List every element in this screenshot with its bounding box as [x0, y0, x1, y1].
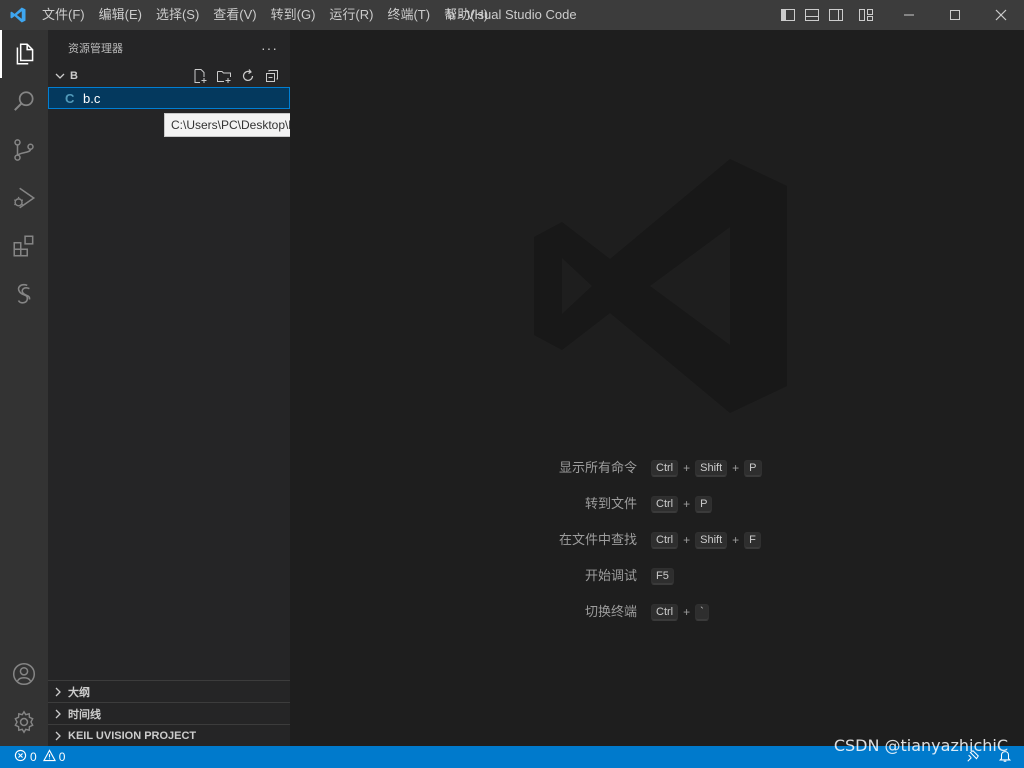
chevron-down-icon: [50, 70, 70, 82]
plus-sign: +: [683, 461, 691, 475]
key-cap: Ctrl: [651, 531, 679, 549]
source-control-icon[interactable]: [0, 126, 48, 174]
plus-sign: +: [683, 497, 691, 511]
key-cap: Ctrl: [651, 459, 679, 477]
folder-actions: [188, 65, 284, 87]
warning-icon: [42, 749, 56, 765]
key-cap: F: [744, 531, 761, 549]
problems-status[interactable]: 0 0: [0, 749, 65, 765]
timeline-label: 时间线: [68, 708, 101, 721]
key-cap: Shift: [695, 531, 728, 549]
key-cap: Ctrl: [651, 603, 679, 621]
shortcut-row: 在文件中查找 Ctrl + Shift + F: [290, 530, 1024, 550]
folder-name: B: [70, 70, 78, 82]
menu-help[interactable]: 帮助(H): [437, 0, 495, 30]
remote-icon[interactable]: [0, 270, 48, 318]
shortcut-label: 在文件中查找: [558, 532, 637, 547]
more-actions-button[interactable]: ···: [261, 40, 278, 56]
key-cap: Ctrl: [651, 495, 679, 513]
file-name: b.c: [83, 90, 101, 106]
menu-selection[interactable]: 选择(S): [149, 0, 206, 30]
file-item[interactable]: C b.c: [48, 87, 290, 109]
menu-bar: 文件(F) 编辑(E) 选择(S) 查看(V) 转到(G) 运行(R) 终端(T…: [35, 0, 495, 30]
search-icon[interactable]: [0, 78, 48, 126]
shortcut-keys: Ctrl + Shift + F: [651, 530, 761, 550]
folder-header[interactable]: B: [48, 65, 290, 87]
error-count: 0: [30, 750, 37, 764]
plus-sign: +: [683, 605, 691, 619]
toggle-secondary-sidebar-icon[interactable]: [824, 0, 848, 30]
explorer-icon[interactable]: [0, 30, 48, 78]
chevron-right-icon: [48, 708, 68, 720]
key-cap: P: [695, 495, 713, 513]
plus-sign: +: [732, 533, 740, 547]
account-icon[interactable]: [0, 650, 48, 698]
close-icon[interactable]: [978, 0, 1024, 30]
c-file-icon: C: [65, 90, 75, 106]
new-file-icon[interactable]: [188, 65, 212, 87]
menu-run[interactable]: 运行(R): [322, 0, 380, 30]
toggle-primary-sidebar-icon[interactable]: [776, 0, 800, 30]
shortcut-keys: Ctrl + Shift + P: [651, 458, 762, 478]
shortcut-row: 开始调试 F5: [290, 566, 1024, 586]
sidebar-title: 资源管理器: [68, 42, 123, 55]
menu-go[interactable]: 转到(G): [264, 0, 323, 30]
chevron-right-icon: [48, 686, 68, 698]
key-cap: `: [695, 603, 709, 621]
key-cap: F5: [651, 567, 674, 585]
extensions-icon[interactable]: [0, 222, 48, 270]
window-controls: [776, 0, 1024, 30]
activity-bar: [0, 30, 48, 746]
customize-layout-icon[interactable]: [854, 0, 878, 30]
key-cap: P: [744, 459, 762, 477]
timeline-section[interactable]: 时间线: [48, 702, 290, 724]
sidebar-header: 资源管理器 ···: [48, 30, 290, 65]
csdn-watermark: CSDN @tianyazhichiC: [833, 736, 1008, 755]
outline-section[interactable]: 大纲: [48, 680, 290, 702]
error-icon: [14, 749, 27, 765]
editor-area: 显示所有命令 Ctrl + Shift + P 转到文件 Ctrl + P 在文件中查找 C…: [290, 30, 1024, 746]
vscode-watermark-icon: [530, 155, 790, 420]
title-bar: 文件(F) 编辑(E) 选择(S) 查看(V) 转到(G) 运行(R) 终端(T…: [0, 0, 1024, 30]
manage-gear-icon[interactable]: [0, 698, 48, 746]
menu-terminal[interactable]: 终端(T): [380, 0, 437, 30]
shortcut-keys: Ctrl + P: [651, 494, 713, 514]
collapse-all-icon[interactable]: [260, 65, 284, 87]
keil-project-section[interactable]: KEIL UVISION PROJECT: [48, 724, 290, 746]
key-cap: Shift: [695, 459, 728, 477]
minimize-icon[interactable]: [886, 0, 932, 30]
toggle-panel-icon[interactable]: [800, 0, 824, 30]
new-folder-icon[interactable]: [212, 65, 236, 87]
shortcut-row: 切换终端 Ctrl + `: [290, 602, 1024, 622]
menu-edit[interactable]: 编辑(E): [92, 0, 149, 30]
warning-count: 0: [58, 750, 66, 764]
plus-sign: +: [683, 533, 691, 547]
refresh-icon[interactable]: [236, 65, 260, 87]
shortcut-label: 切换终端: [584, 604, 637, 619]
plus-sign: +: [732, 461, 740, 475]
keil-project-label: KEIL UVISION PROJECT: [68, 729, 197, 742]
shortcut-keys: Ctrl + `: [651, 602, 709, 622]
menu-view[interactable]: 查看(V): [206, 0, 263, 30]
run-debug-icon[interactable]: [0, 174, 48, 222]
shortcut-keys: F5: [651, 566, 674, 586]
shortcut-row: 显示所有命令 Ctrl + Shift + P: [290, 458, 1024, 478]
shortcut-row: 转到文件 Ctrl + P: [290, 494, 1024, 514]
explorer-sidebar: 资源管理器 ··· B C b.c 大纲 时间线 KEIL UVISION PR…: [48, 30, 290, 746]
maximize-icon[interactable]: [932, 0, 978, 30]
shortcut-label: 显示所有命令: [558, 460, 637, 475]
shortcut-label: 转到文件: [584, 496, 637, 511]
vscode-logo-icon: [0, 0, 35, 30]
shortcut-label: 开始调试: [584, 568, 637, 583]
menu-file[interactable]: 文件(F): [35, 0, 92, 30]
outline-label: 大纲: [68, 686, 90, 699]
chevron-right-icon: [48, 730, 68, 742]
